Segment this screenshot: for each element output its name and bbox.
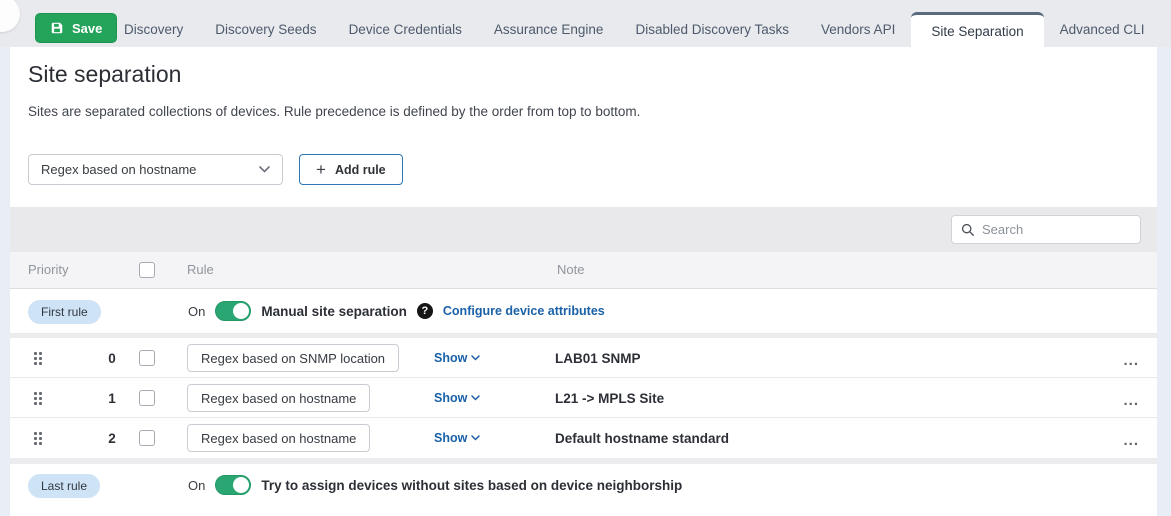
chevron-down-icon xyxy=(259,166,270,173)
add-rule-label: Add rule xyxy=(335,163,386,177)
device-neighborship-toggle[interactable] xyxy=(215,475,251,495)
column-header-note: Note xyxy=(557,262,584,277)
show-link[interactable]: Show xyxy=(434,391,480,405)
search-box[interactable] xyxy=(951,215,1141,244)
tab-device-credentials[interactable]: Device Credentials xyxy=(333,12,478,47)
show-label: Show xyxy=(434,431,467,445)
priority-value: 0 xyxy=(102,351,122,366)
row-checkbox[interactable] xyxy=(139,350,155,366)
page-title: Site separation xyxy=(28,61,181,88)
toggle-state-label: On xyxy=(188,304,205,319)
rule-row: 1 Regex based on hostname Show L21 -> MP… xyxy=(10,378,1157,418)
configure-device-attributes-link[interactable]: Configure device attributes xyxy=(443,304,605,318)
note-value: Default hostname standard xyxy=(555,431,729,446)
show-link[interactable]: Show xyxy=(434,351,480,365)
tab-discovery-seeds[interactable]: Discovery Seeds xyxy=(199,12,332,47)
tab-strip: Discovery Discovery Seeds Device Credent… xyxy=(108,12,1171,47)
column-header-rule: Rule xyxy=(187,262,214,277)
column-header-priority: Priority xyxy=(28,262,68,277)
tab-vendors-api[interactable]: Vendors API xyxy=(805,12,911,47)
drag-handle-icon[interactable] xyxy=(34,392,42,405)
chevron-down-icon xyxy=(471,435,480,441)
save-button[interactable]: Save xyxy=(35,13,117,43)
sidebar-collapse-handle[interactable] xyxy=(0,0,20,32)
select-all-checkbox[interactable] xyxy=(139,262,155,278)
tab-discovery[interactable]: Discovery xyxy=(108,12,199,47)
last-rule-row: Last rule On Try to assign devices witho… xyxy=(10,464,1157,507)
table-header-row: Priority Rule Note xyxy=(10,252,1157,289)
table-toolbar xyxy=(10,207,1157,252)
manual-site-separation-toggle[interactable] xyxy=(215,301,251,321)
row-actions-menu-icon[interactable]: ... xyxy=(1123,396,1139,406)
row-checkbox[interactable] xyxy=(139,390,155,406)
show-label: Show xyxy=(434,351,467,365)
row-actions-menu-icon[interactable]: ... xyxy=(1123,436,1139,446)
show-label: Show xyxy=(434,391,467,405)
priority-value: 2 xyxy=(102,431,122,446)
tab-site-separation[interactable]: Site Separation xyxy=(911,12,1043,47)
note-value: L21 -> MPLS Site xyxy=(555,391,664,406)
show-link[interactable]: Show xyxy=(434,431,480,445)
top-tab-bar: Save Discovery Discovery Seeds Device Cr… xyxy=(0,0,1171,47)
tab-disabled-discovery-tasks[interactable]: Disabled Discovery Tasks xyxy=(619,12,805,47)
search-input[interactable] xyxy=(982,222,1131,237)
rule-select[interactable]: Regex based on hostname xyxy=(187,424,370,452)
first-rule-badge: First rule xyxy=(28,300,101,324)
tab-advanced-cli[interactable]: Advanced CLI xyxy=(1044,12,1161,47)
save-button-label: Save xyxy=(72,21,102,36)
page-subtitle: Sites are separated collections of devic… xyxy=(28,104,640,119)
drag-handle-icon[interactable] xyxy=(34,352,42,365)
rule-row: 2 Regex based on hostname Show Default h… xyxy=(10,418,1157,458)
chevron-down-icon xyxy=(471,395,480,401)
first-rule-row: First rule On Manual site separation ? C… xyxy=(10,289,1157,334)
tab-assurance-engine[interactable]: Assurance Engine xyxy=(478,12,620,47)
plus-icon: + xyxy=(316,161,326,178)
site-separation-card: Site separation Sites are separated coll… xyxy=(10,47,1157,516)
toggle-knob xyxy=(233,303,249,319)
rule-type-select[interactable]: Regex based on hostname xyxy=(28,154,283,185)
rule-select[interactable]: Regex based on SNMP location xyxy=(187,344,399,372)
help-icon[interactable]: ? xyxy=(417,303,433,319)
rule-type-select-value: Regex based on hostname xyxy=(41,162,196,177)
rule-select[interactable]: Regex based on hostname xyxy=(187,384,370,412)
row-checkbox[interactable] xyxy=(139,430,155,446)
rule-row: 0 Regex based on SNMP location Show LAB0… xyxy=(10,338,1157,378)
floppy-save-icon xyxy=(50,21,64,35)
search-icon xyxy=(961,223,975,237)
device-neighborship-label: Try to assign devices without sites base… xyxy=(261,478,682,493)
last-rule-badge: Last rule xyxy=(28,474,100,498)
chevron-down-icon xyxy=(471,355,480,361)
add-rule-button[interactable]: + Add rule xyxy=(299,154,403,185)
drag-handle-icon[interactable] xyxy=(34,432,42,445)
note-value: LAB01 SNMP xyxy=(555,351,641,366)
priority-value: 1 xyxy=(102,391,122,406)
manual-site-separation-label: Manual site separation xyxy=(261,304,407,319)
site-separation-page: Save Discovery Discovery Seeds Device Cr… xyxy=(0,0,1171,516)
toggle-state-label: On xyxy=(188,478,205,493)
toggle-knob xyxy=(233,477,249,493)
row-actions-menu-icon[interactable]: ... xyxy=(1123,356,1139,366)
